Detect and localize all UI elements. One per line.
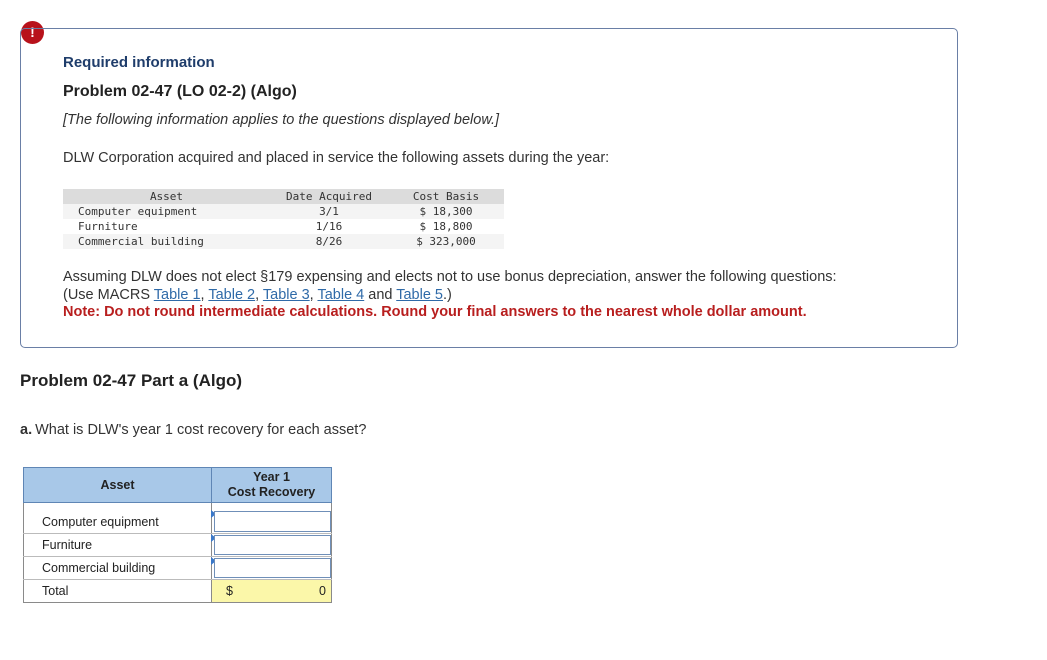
use-suffix: .) [443, 287, 452, 303]
table-4-link[interactable]: Table 4 [317, 287, 364, 303]
col-date-header: Date Acquired [270, 189, 388, 204]
table-row: Commercial building 8/26 $ 323,000 [63, 234, 504, 249]
row-label-computer-equipment: Computer equipment [23, 502, 212, 534]
note-text: Do not round intermediate calculations. … [104, 304, 807, 320]
macrs-line: (Use MACRS Table 1, Table 2, Table 3, Ta… [63, 286, 837, 304]
intro-text: DLW Corporation acquired and placed in s… [63, 150, 610, 166]
cost-basis: $ 18,800 [419, 220, 473, 233]
currency-symbol: $ [226, 584, 233, 598]
recovery-header-line2: Cost Recovery [227, 485, 316, 499]
rounding-note: Note: Do not round intermediate calculati… [63, 304, 807, 320]
table-5-link[interactable]: Table 5 [396, 287, 443, 303]
assumption-text: Assuming DLW does not elect §179 expensi… [63, 268, 837, 304]
note-label: Note: [63, 304, 101, 320]
asset-info-table: Asset Date Acquired Cost Basis Computer … [63, 189, 504, 249]
part-title: Problem 02-47 Part a (Algo) [20, 371, 243, 390]
date-acquired: 3/1 [270, 204, 388, 219]
problem-title: Problem 02-47 (LO 02-2) (Algo) [63, 83, 297, 100]
table-row: Computer equipment 3/1 $ 18,300 [63, 204, 504, 219]
row-label-total: Total [23, 579, 212, 603]
row-label-commercial-building: Commercial building [23, 556, 212, 580]
col-asset-header: Asset [63, 189, 270, 204]
row-label-furniture: Furniture [23, 533, 212, 557]
answer-table: Asset Year 1 Cost Recovery Computer equi… [23, 467, 332, 603]
table-row: Commercial building [23, 556, 332, 580]
cost-basis: $ 18,300 [388, 204, 504, 219]
col-cost-header: Cost Basis [388, 189, 504, 204]
furniture-cell [211, 533, 332, 557]
question-text: a. What is DLW's year 1 cost recovery for… [20, 422, 366, 438]
answer-col-asset-header: Asset [23, 467, 212, 503]
table-row: Furniture [23, 533, 332, 557]
question-letter: a. [20, 422, 33, 438]
date-acquired: 8/26 [270, 234, 388, 249]
commercial-building-cell [211, 556, 332, 580]
computer-equipment-input[interactable] [214, 511, 331, 532]
separator: , [255, 287, 263, 303]
date-acquired: 1/16 [315, 220, 343, 233]
required-info-title: Required information [63, 54, 215, 71]
table-1-link[interactable]: Table 1 [154, 287, 201, 303]
asset-name: Furniture [78, 220, 138, 233]
asset-name: Computer equipment [63, 204, 270, 219]
use-prefix: (Use MACRS [63, 287, 154, 303]
furniture-input[interactable] [214, 535, 331, 555]
question-body: What is DLW's year 1 cost recovery for e… [35, 422, 367, 438]
applies-note: [The following information applies to th… [63, 112, 500, 128]
separator: and [364, 287, 397, 303]
assumption-line: Assuming DLW does not elect §179 expensi… [63, 269, 837, 285]
total-value: 0 [319, 584, 326, 598]
answer-col-recovery-header: Year 1 Cost Recovery [211, 467, 332, 503]
asset-name: Commercial building [63, 234, 270, 249]
table-row: Computer equipment [23, 502, 332, 534]
commercial-building-input[interactable] [214, 558, 331, 578]
recovery-header-line1: Year 1 [253, 470, 290, 484]
total-cell: $ 0 [211, 579, 332, 603]
cost-basis: $ 323,000 [388, 234, 504, 249]
computer-equipment-cell [211, 502, 332, 534]
total-row: Total $ 0 [23, 579, 332, 603]
table-2-link[interactable]: Table 2 [208, 287, 255, 303]
table-row: Furniture 1/16 $ 18,800 [63, 219, 504, 234]
table-3-link[interactable]: Table 3 [263, 287, 310, 303]
